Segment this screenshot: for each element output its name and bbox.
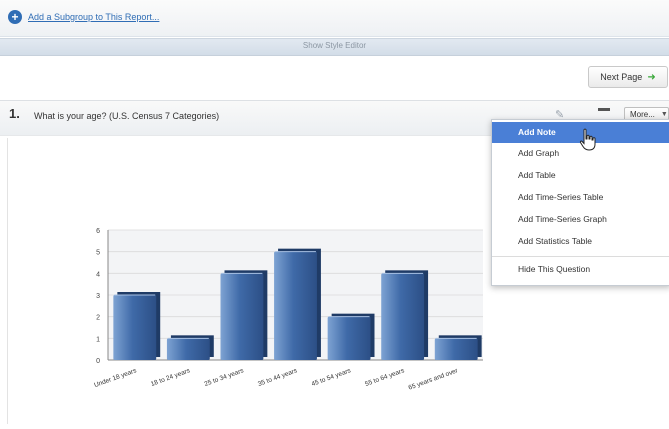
bar [434,338,478,360]
menu-item-add-time-series-table[interactable]: Add Time-Series Table [492,187,669,208]
show-style-editor-label: Show Style Editor [302,41,367,50]
bar [220,273,264,360]
add-subgroup-link[interactable]: + Add a Subgroup to This Report... [8,10,159,24]
x-tick-label: 18 to 24 years [150,367,192,388]
question-number: 1. [9,106,20,121]
age-bar-chart: 0 1 2 3 4 5 6 Under 18 years 18 to 24 years 25 to… [60,220,500,420]
chart-svg: 0 1 2 3 4 5 6 Under 18 years 18 to 24 years 25 to… [93,228,483,392]
next-page-button[interactable]: Next Page ➜ [588,66,668,88]
y-tick-label: 1 [96,336,100,343]
bar [113,295,157,360]
bar [166,338,210,360]
y-tick-label: 4 [96,271,100,278]
menu-item-hide-question[interactable]: Hide This Question [492,259,669,280]
show-style-editor-bar[interactable]: Show Style Editor [0,38,669,56]
y-tick-label: 6 [96,228,100,235]
content-divider [7,138,8,424]
report-toolbar: + Add a Subgroup to This Report... [0,0,669,37]
bar [327,316,371,360]
bar [381,273,425,360]
menu-item-add-table[interactable]: Add Table [492,165,669,186]
x-tick-label: 25 to 34 years [204,367,246,388]
y-tick-label: 0 [96,358,100,365]
add-subgroup-label: Add a Subgroup to This Report... [28,12,160,22]
menu-item-add-statistics-table[interactable]: Add Statistics Table [492,231,669,252]
more-label: More... [630,109,655,119]
hand-cursor-icon [579,128,596,151]
arrow-right-icon: ➜ [647,71,656,83]
collapse-icon[interactable] [598,108,610,111]
x-tick-label: 45 to 54 years [311,367,353,388]
x-tick-label: 35 to 44 years [257,367,299,388]
x-tick-label: Under 18 years [93,367,138,389]
plus-circle-icon: + [8,10,22,24]
bar [274,251,317,360]
y-tick-label: 5 [96,250,100,257]
y-tick-label: 2 [96,315,100,322]
menu-divider [492,256,669,257]
next-page-label: Next Page [600,72,643,82]
question-title: What is your age? (U.S. Census 7 Categor… [34,111,220,121]
y-tick-label: 3 [96,293,100,300]
x-tick-label: 65 years and over [408,367,460,392]
chevron-down-icon: ▼ [660,110,668,118]
menu-item-add-time-series-graph[interactable]: Add Time-Series Graph [492,209,669,230]
x-tick-label: 55 to 64 years [364,367,406,388]
